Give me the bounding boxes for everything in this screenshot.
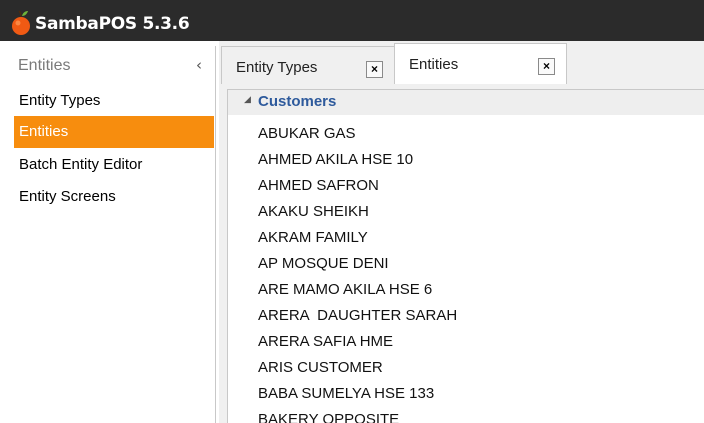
app-title: SambaPOS 5.3.6 [35,14,190,34]
sidebar-header: Entities ‹ [9,46,216,86]
chevron-left-icon[interactable]: ‹ [192,56,206,74]
list-item[interactable]: ARE MAMO AKILA HSE 6 [228,277,704,303]
list-item[interactable]: AHMED AKILA HSE 10 [228,147,704,173]
sidebar-item-entity-screens[interactable]: Entity Screens [14,181,214,213]
sidebar-item-entities[interactable]: Entities [14,116,214,148]
entity-list[interactable]: ◢ Customers ABUKAR GAS AHMED AKILA HSE 1… [227,89,704,423]
list-item[interactable]: ARERA SAFIA HME [228,329,704,355]
group-header[interactable]: ◢ Customers [228,90,704,115]
list-item[interactable]: AKAKU SHEIKH [228,199,704,225]
list-item[interactable]: BAKERY OPPOSITE [228,407,704,423]
tab-label: Entities [409,56,459,73]
tab-label: Entity Types [236,59,318,76]
title-bar: SambaPOS 5.3.6 [0,0,704,41]
list-item[interactable]: ARIS CUSTOMER [228,355,704,381]
list-item[interactable]: AHMED SAFRON [228,173,704,199]
tab-entities[interactable]: Entities × [394,43,567,84]
sidebar-item-entity-types[interactable]: Entity Types [14,85,214,117]
list-item[interactable]: ABUKAR GAS [228,121,704,147]
sidebar: Entities ‹ Entity Types Entities Batch E… [9,46,216,423]
sidebar-title: Entities [18,57,71,74]
close-icon[interactable]: × [366,61,383,78]
content-area: Entity Types × Entities × ◢ Customers AB… [219,41,704,423]
list-item[interactable]: AP MOSQUE DENI [228,251,704,277]
sidebar-item-batch-entity-editor[interactable]: Batch Entity Editor [14,149,214,181]
list-item[interactable]: ARERA DAUGHTER SARAH [228,303,704,329]
list-item[interactable]: BABA SUMELYA HSE 133 [228,381,704,407]
group-label: Customers [258,93,337,110]
collapse-triangle-icon[interactable]: ◢ [244,95,251,105]
close-icon[interactable]: × [538,58,555,75]
tab-entity-types[interactable]: Entity Types × [221,46,395,84]
samba-orange-icon [12,10,30,35]
list-item[interactable]: AKRAM FAMILY [228,225,704,251]
